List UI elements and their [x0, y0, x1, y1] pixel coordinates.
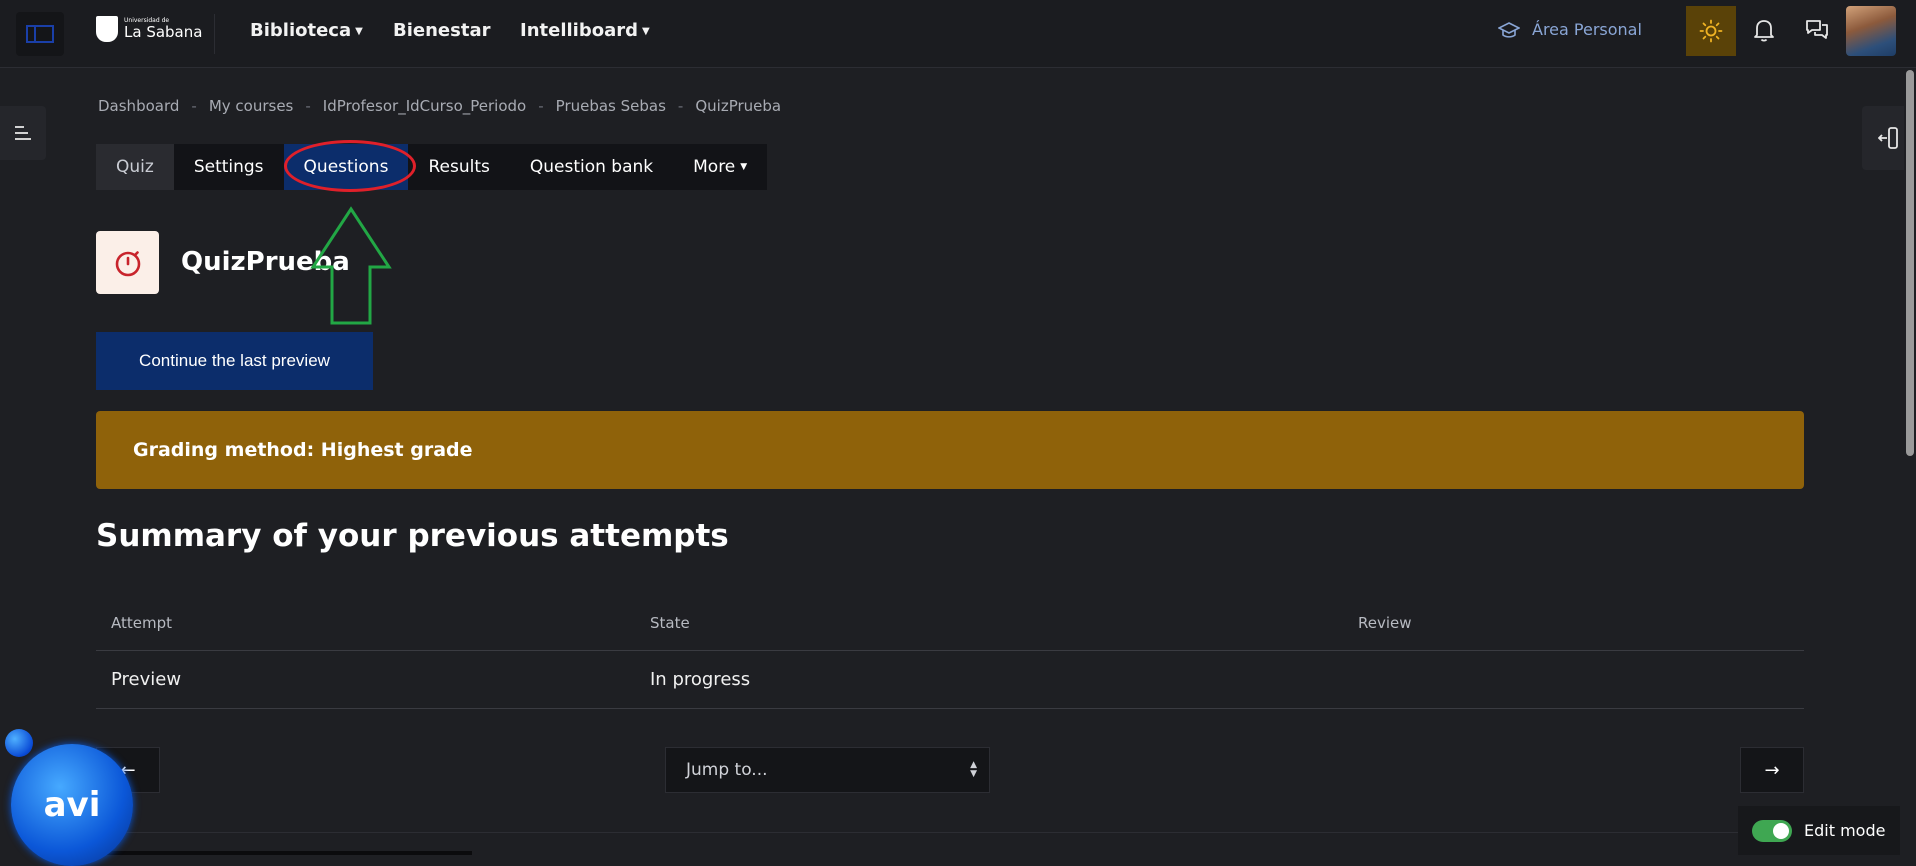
footer-strip [96, 851, 472, 855]
edit-mode-label: Edit mode [1804, 821, 1886, 840]
avi-assistant-button[interactable]: avi [11, 744, 133, 866]
quiz-activity-icon [96, 231, 159, 294]
nav-link-intelliboard[interactable]: Intelliboard ▼ [520, 20, 650, 41]
header-review: Review [1358, 614, 1412, 632]
header-attempt: Attempt [111, 614, 173, 632]
assistant-notification-dot[interactable] [5, 729, 33, 757]
footer-divider [96, 832, 1804, 833]
cell-attempt: Preview [111, 669, 182, 690]
breadcrumb-course[interactable]: IdProfesor_IdCurso_Periodo [323, 97, 526, 115]
caret-down-icon: ▼ [740, 162, 748, 172]
next-activity-button[interactable]: → [1740, 747, 1804, 793]
breadcrumb-separator: - [191, 97, 197, 115]
area-personal-link[interactable]: Área Personal [1498, 20, 1642, 39]
top-navbar: Universidad de La Sabana Biblioteca ▼ Bie… [0, 0, 1916, 68]
university-logo[interactable]: Universidad de La Sabana [96, 16, 202, 42]
summary-heading: Summary of your previous attempts [96, 518, 729, 554]
table-row: Preview In progress [96, 651, 1804, 709]
breadcrumb-current[interactable]: QuizPrueba [695, 97, 781, 115]
menu-lines-icon [15, 126, 31, 140]
nav-divider [214, 14, 215, 54]
arrow-up-annotation-icon [310, 206, 392, 325]
tab-more-label: More [693, 157, 736, 177]
continue-preview-button[interactable]: Continue the last preview [96, 332, 373, 390]
nav-link-biblioteca[interactable]: Biblioteca ▼ [250, 20, 363, 41]
tab-more[interactable]: More ▼ [673, 144, 767, 190]
header-state: State [650, 614, 690, 632]
arrow-right-icon: → [1764, 759, 1780, 781]
edit-mode-toggle[interactable]: Edit mode [1738, 806, 1900, 855]
highlight-circle-annotation [284, 140, 416, 192]
attempts-table: Attempt State Review Preview In progress [96, 596, 1804, 709]
messages-button[interactable] [1804, 17, 1830, 47]
graduation-cap-icon [1498, 21, 1520, 38]
open-drawer-icon [1878, 127, 1898, 149]
course-index-toggle[interactable] [0, 106, 46, 160]
toggle-knob [1773, 822, 1789, 839]
breadcrumb-separator: - [677, 97, 684, 115]
select-arrows-icon: ▲ ▼ [970, 760, 977, 779]
tab-results[interactable]: Results [408, 144, 509, 190]
caret-down-icon: ▼ [355, 25, 363, 37]
jump-to-select[interactable]: Jump to... ▲ ▼ [665, 747, 990, 793]
scrollbar-thumb[interactable] [1906, 70, 1914, 456]
breadcrumb-section[interactable]: Pruebas Sebas [556, 97, 666, 115]
theme-toggle-button[interactable] [1686, 6, 1736, 56]
notifications-button[interactable] [1752, 17, 1776, 47]
breadcrumb: Dashboard - My courses - IdProfesor_IdCu… [98, 97, 781, 115]
cell-state: In progress [650, 669, 751, 690]
jump-to-label: Jump to... [686, 760, 768, 780]
table-header-row: Attempt State Review [96, 596, 1804, 651]
nav-link-bienestar[interactable]: Bienestar [393, 20, 490, 41]
toggle-switch[interactable] [1752, 819, 1792, 842]
breadcrumb-separator: - [538, 97, 544, 115]
area-personal-label: Área Personal [1532, 20, 1642, 39]
stopwatch-icon [115, 250, 140, 276]
chat-icon [1806, 20, 1828, 39]
nav-link-label: Biblioteca [250, 20, 352, 41]
avi-label: avi [43, 785, 101, 825]
sidebar-toggle-icon [26, 25, 54, 43]
tab-question-bank[interactable]: Question bank [510, 144, 673, 190]
tab-quiz[interactable]: Quiz [96, 144, 174, 190]
breadcrumb-my-courses[interactable]: My courses [209, 97, 294, 115]
nav-link-label: Intelliboard [520, 20, 638, 41]
tab-settings[interactable]: Settings [174, 144, 284, 190]
nav-link-label: Bienestar [393, 20, 491, 41]
breadcrumb-separator: - [305, 97, 311, 115]
caret-down-icon: ▼ [642, 25, 650, 37]
grading-method-alert: Grading method: Highest grade [96, 411, 1804, 489]
breadcrumb-dashboard[interactable]: Dashboard [98, 97, 179, 115]
grading-method-text: Grading method: Highest grade [133, 439, 473, 461]
sidebar-toggle-button[interactable] [16, 12, 64, 56]
bell-icon [1754, 20, 1774, 42]
secondary-nav-tabs: Quiz Settings Questions Results Question… [96, 144, 768, 190]
logo-big-text: La Sabana [124, 23, 203, 41]
crest-icon [96, 16, 118, 42]
sun-icon [1699, 19, 1723, 43]
user-avatar[interactable] [1846, 6, 1896, 56]
